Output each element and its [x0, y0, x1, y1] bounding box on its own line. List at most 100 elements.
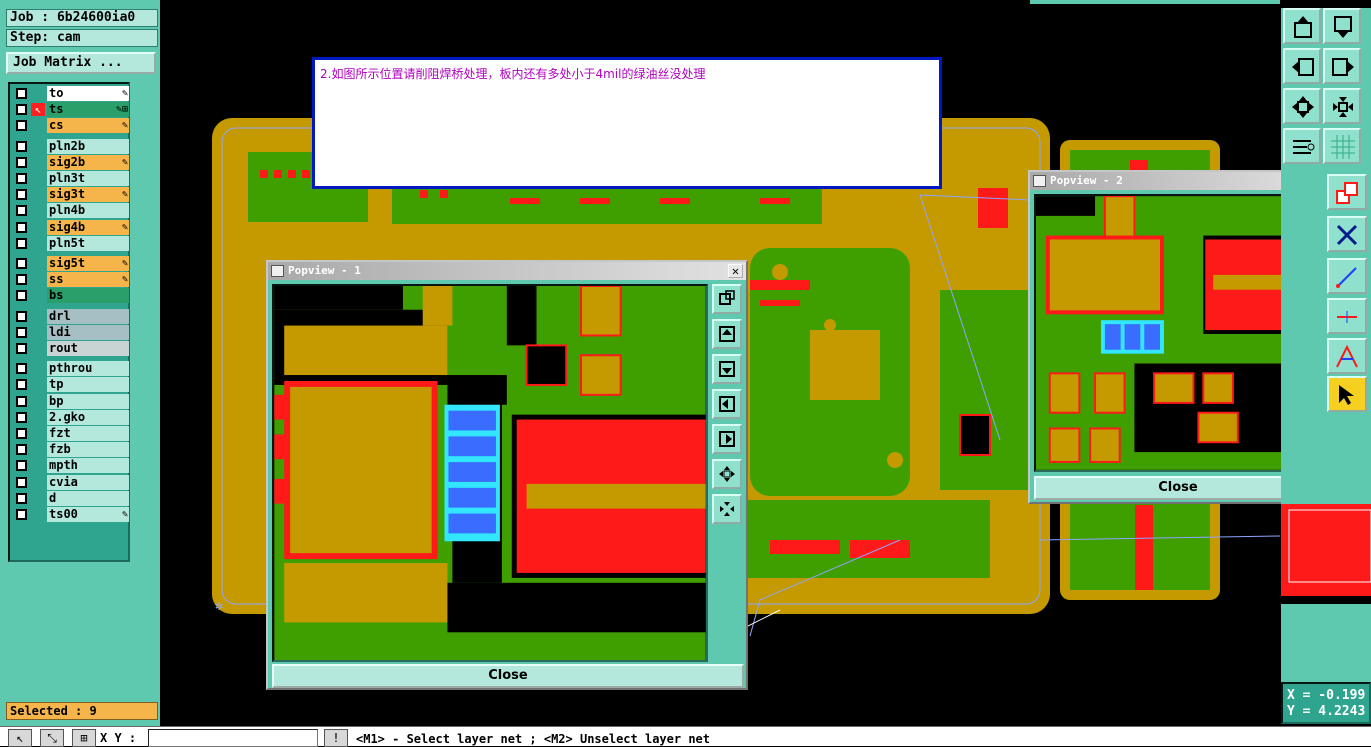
- layer-row[interactable]: cvia: [12, 474, 130, 490]
- layer-name[interactable]: pthrou: [47, 361, 129, 377]
- layer-checkbox[interactable]: [16, 460, 27, 472]
- layer-checkbox[interactable]: [16, 363, 27, 375]
- layer-row[interactable]: pln4b: [12, 203, 130, 219]
- layer-checkbox[interactable]: [16, 476, 27, 488]
- layer-name[interactable]: pln5t: [47, 235, 129, 251]
- popview-2-view[interactable]: [1034, 194, 1288, 472]
- popview-1-view[interactable]: [272, 284, 708, 662]
- line-tool-icon[interactable]: [1327, 258, 1367, 294]
- layer-row[interactable]: drl: [12, 308, 130, 324]
- angle-tool-icon[interactable]: [1327, 338, 1367, 374]
- job-matrix-button[interactable]: Job Matrix ...: [6, 52, 156, 74]
- popview-2-close-button[interactable]: Close: [1034, 476, 1322, 500]
- layer-checkbox[interactable]: [16, 509, 27, 520]
- info-icon[interactable]: !: [324, 729, 348, 747]
- layer-row[interactable]: pln2b: [12, 138, 130, 154]
- layer-name[interactable]: to: [47, 86, 129, 101]
- layer-name[interactable]: bp: [47, 393, 129, 409]
- layer-checkbox[interactable]: [16, 310, 27, 322]
- layer-name[interactable]: fzt: [47, 426, 129, 441]
- measure-tool-icon[interactable]: [1283, 128, 1321, 164]
- layer-row[interactable]: ss ✎: [12, 272, 130, 288]
- layer-name[interactable]: pln2b: [47, 138, 129, 154]
- layer-row[interactable]: d: [12, 490, 130, 506]
- layer-name[interactable]: ss: [47, 272, 129, 288]
- layer-name[interactable]: sig2b: [47, 154, 129, 170]
- layer-name[interactable]: bs: [47, 288, 129, 304]
- grid-icon[interactable]: [1323, 128, 1361, 164]
- no-select-icon[interactable]: ⤡: [40, 729, 64, 747]
- zoom-out-icon[interactable]: [712, 494, 742, 524]
- layer-checkbox[interactable]: [16, 140, 27, 152]
- popview-2-titlebar[interactable]: Popview - 2: [1030, 172, 1324, 190]
- layer-name[interactable]: fzb: [47, 442, 129, 458]
- layer-name[interactable]: ts00: [47, 507, 129, 522]
- layer-name[interactable]: mpth: [47, 458, 129, 474]
- zoom-out-icon[interactable]: [1323, 88, 1361, 124]
- layer-row[interactable]: ldi: [12, 324, 130, 340]
- layer-name[interactable]: cs: [47, 118, 129, 134]
- pan-up-icon[interactable]: [712, 319, 742, 349]
- layer-row[interactable]: pln5t: [12, 235, 130, 251]
- layer-row[interactable]: bp: [12, 393, 130, 409]
- layer-name[interactable]: cvia: [47, 474, 129, 490]
- zoom-in-icon[interactable]: [712, 459, 742, 489]
- layer-row[interactable]: pthrou: [12, 361, 130, 377]
- layer-row[interactable]: fzt: [12, 426, 130, 441]
- layer-name[interactable]: rout: [47, 341, 129, 356]
- layer-name[interactable]: sig5t: [47, 256, 129, 271]
- layer-color-icon[interactable]: [1327, 174, 1367, 210]
- layer-row[interactable]: bs: [12, 288, 130, 304]
- layer-checkbox[interactable]: [16, 411, 27, 423]
- layer-name[interactable]: ldi: [47, 324, 129, 340]
- mini-map[interactable]: [1281, 504, 1371, 604]
- layer-row[interactable]: 2.gko: [12, 409, 130, 425]
- layer-row[interactable]: sig5t ✎: [12, 256, 130, 271]
- layer-row[interactable]: to ✎: [12, 86, 130, 101]
- zoom-fit-icon[interactable]: [712, 284, 742, 314]
- layer-name[interactable]: tp: [47, 377, 129, 393]
- layer-checkbox[interactable]: [16, 290, 27, 302]
- layer-row[interactable]: pln3t: [12, 171, 130, 186]
- select-pointer-icon[interactable]: [1327, 376, 1367, 412]
- layer-checkbox[interactable]: [16, 343, 27, 354]
- layer-checkbox[interactable]: [16, 492, 27, 504]
- layer-checkbox[interactable]: [16, 395, 27, 407]
- layer-checkbox[interactable]: [16, 104, 27, 116]
- layer-checkbox[interactable]: [16, 120, 27, 132]
- popview-1-window[interactable]: Popview - 1 ✕ Close: [266, 260, 748, 690]
- popview-1-titlebar[interactable]: Popview - 1: [268, 262, 746, 280]
- layer-row[interactable]: mpth: [12, 458, 130, 474]
- layer-row[interactable]: cs ✎: [12, 118, 130, 134]
- layer-row[interactable]: tp: [12, 377, 130, 393]
- popview-1-close-button[interactable]: Close: [272, 664, 744, 688]
- layer-checkbox[interactable]: [16, 156, 27, 168]
- layer-name[interactable]: pln4b: [47, 203, 129, 219]
- layer-name[interactable]: sig4b: [47, 219, 129, 235]
- pan-down-icon[interactable]: [712, 354, 742, 384]
- pan-down-icon[interactable]: [1323, 8, 1361, 44]
- layer-checkbox[interactable]: [16, 258, 27, 269]
- layer-name[interactable]: d: [47, 490, 129, 506]
- layer-checkbox[interactable]: [16, 173, 27, 184]
- layer-row[interactable]: sig3t ✎: [12, 187, 130, 203]
- layer-checkbox[interactable]: [16, 379, 27, 391]
- layer-name[interactable]: pln3t: [47, 171, 129, 186]
- pan-left-icon[interactable]: [1283, 48, 1321, 84]
- layer-checkbox[interactable]: [16, 237, 27, 249]
- zoom-home-icon[interactable]: [1283, 8, 1321, 44]
- layer-checkbox[interactable]: [16, 221, 27, 233]
- layer-row[interactable]: fzb: [12, 442, 130, 458]
- layer-checkbox[interactable]: [16, 428, 27, 439]
- layer-checkbox[interactable]: [16, 326, 27, 338]
- layer-checkbox[interactable]: [16, 444, 27, 456]
- popview-1-close-icon[interactable]: ✕: [728, 264, 743, 278]
- layer-checkbox[interactable]: [16, 274, 27, 286]
- layer-checkbox[interactable]: [16, 88, 27, 99]
- layer-row[interactable]: ↖ ts ✎⊞: [12, 102, 130, 118]
- layer-name[interactable]: 2.gko: [47, 409, 129, 425]
- xy-input[interactable]: [148, 729, 318, 747]
- layer-checkbox[interactable]: [16, 205, 27, 217]
- layer-row[interactable]: ts00 ✎: [12, 507, 130, 522]
- layer-row[interactable]: sig2b ✎: [12, 154, 130, 170]
